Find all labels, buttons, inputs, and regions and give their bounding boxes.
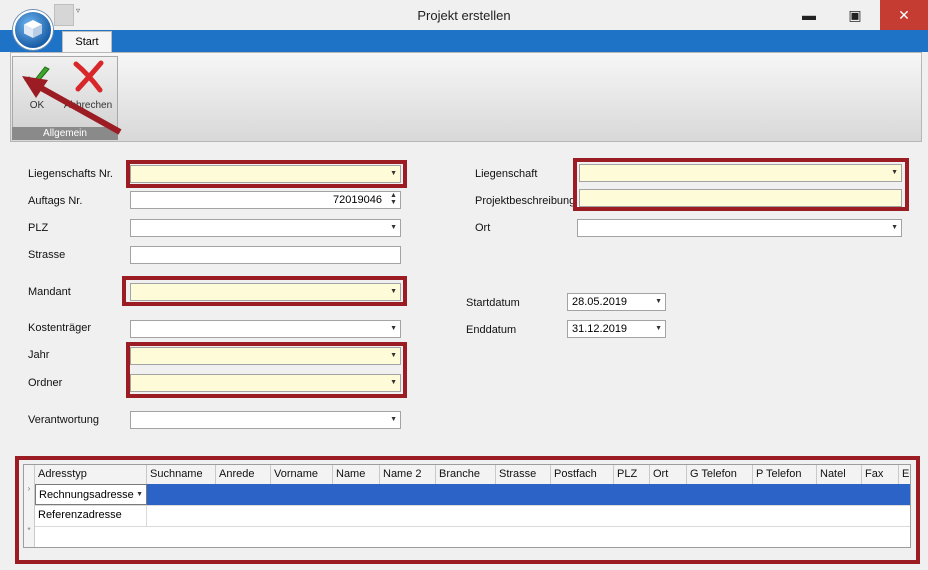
column-header[interactable]: Natel — [817, 465, 862, 484]
column-header[interactable]: Suchname — [147, 465, 216, 484]
chevron-down-icon: ▼ — [390, 352, 397, 359]
chevron-down-icon: ▼ — [891, 224, 898, 231]
column-header[interactable]: Name — [333, 465, 380, 484]
column-header[interactable]: Adresstyp — [35, 465, 147, 484]
column-header[interactable]: Ort — [650, 465, 687, 484]
chevron-down-icon: ▼ — [390, 325, 397, 332]
chevron-down-icon: ▼ — [655, 298, 662, 305]
cube-icon — [24, 20, 42, 38]
row-indicator — [24, 505, 35, 526]
address-grid[interactable]: Adresstyp Suchname Anrede Vorname Name N… — [23, 464, 911, 548]
table-row[interactable]: Referenzadresse — [24, 505, 910, 527]
close-button[interactable]: ✕ — [880, 0, 928, 30]
startdatum-value: 28.05.2019 — [572, 296, 628, 308]
kostentraeger-combo[interactable]: ▼ — [130, 320, 401, 338]
chevron-down-icon: ▼ — [390, 170, 397, 177]
adresstyp-cell[interactable]: Referenzadresse — [35, 505, 147, 526]
adresstyp-cell-editor[interactable]: Rechnungsadresse ▼ — [35, 484, 147, 505]
label-plz: PLZ — [28, 222, 49, 234]
ordner-combo[interactable]: ▼ — [130, 374, 401, 392]
row-pointer-icon: › — [24, 484, 35, 505]
jahr-combo[interactable]: ▼ — [130, 347, 401, 365]
label-enddatum: Enddatum — [466, 324, 517, 336]
maximize-button[interactable]: ▣ — [832, 0, 878, 30]
label-ordner: Ordner — [28, 377, 63, 389]
projektbeschreibung-input[interactable] — [579, 189, 902, 207]
adresstyp-value: Rechnungsadresse — [39, 489, 134, 501]
label-ort: Ort — [475, 222, 491, 234]
chevron-down-icon: ▼ — [390, 416, 397, 423]
table-row[interactable]: › Rechnungsadresse ▼ — [24, 484, 910, 506]
annotation-arrow-icon — [22, 76, 122, 135]
table-row-new[interactable]: * — [24, 526, 910, 547]
ort-combo[interactable]: ▼ — [577, 219, 902, 237]
label-startdatum: Startdatum — [466, 297, 520, 309]
chevron-down-icon: ▼ — [655, 325, 662, 332]
ribbon-tab-strip — [0, 30, 928, 52]
grid-header: Adresstyp Suchname Anrede Vorname Name N… — [24, 465, 910, 485]
plz-combo[interactable]: ▼ — [130, 219, 401, 237]
label-auftags-nr: Auftags Nr. — [28, 195, 83, 207]
chevron-down-icon: ▼ — [390, 224, 397, 231]
liegenschaft-combo[interactable]: ▼ — [579, 164, 902, 182]
label-liegenschafts-nr: Liegenschafts Nr. — [28, 168, 113, 180]
verantwortung-combo[interactable]: ▼ — [130, 411, 401, 429]
selected-row-highlight — [147, 484, 910, 505]
app-menu-button[interactable] — [13, 10, 53, 50]
column-header[interactable]: Postfach — [551, 465, 614, 484]
column-header[interactable]: Branche — [436, 465, 496, 484]
new-row-icon: * — [24, 526, 35, 547]
minimize-button[interactable]: ▬ — [786, 0, 832, 30]
label-jahr: Jahr — [28, 349, 50, 361]
enddatum-value: 31.12.2019 — [572, 323, 628, 335]
column-header[interactable]: P Telefon — [753, 465, 817, 484]
column-header[interactable]: PLZ — [614, 465, 650, 484]
chevron-down-icon: ▼ — [390, 288, 397, 295]
auftags-nr-spinner[interactable]: 72019046 — [130, 191, 401, 209]
liegenschafts-nr-combo[interactable]: ▼ — [130, 165, 401, 183]
tab-start[interactable]: Start — [62, 31, 112, 54]
strasse-input[interactable] — [130, 246, 401, 264]
label-projektbeschreibung: Projektbeschreibung — [475, 195, 576, 207]
column-header[interactable]: E- — [899, 465, 910, 484]
chevron-down-icon: ▼ — [136, 491, 143, 498]
column-header[interactable]: Anrede — [216, 465, 271, 484]
mandant-combo[interactable]: ▼ — [130, 283, 401, 301]
enddatum-datepicker[interactable]: 31.12.2019 ▼ — [567, 320, 666, 338]
ribbon-body — [10, 52, 922, 142]
label-kostentraeger: Kostenträger — [28, 322, 91, 334]
label-strasse: Strasse — [28, 249, 66, 261]
column-header[interactable]: Vorname — [271, 465, 333, 484]
column-header[interactable]: Strasse — [496, 465, 551, 484]
chevron-down-icon: ▼ — [390, 379, 397, 386]
chevron-down-icon: ▼ — [891, 169, 898, 176]
column-header[interactable]: Fax — [862, 465, 899, 484]
label-verantwortung: Verantwortung — [28, 414, 99, 426]
row-indicator-header — [24, 465, 35, 484]
column-header[interactable]: Name 2 — [380, 465, 436, 484]
startdatum-datepicker[interactable]: 28.05.2019 ▼ — [567, 293, 666, 311]
label-mandant: Mandant — [28, 286, 71, 298]
column-header[interactable]: G Telefon — [687, 465, 753, 484]
label-liegenschaft: Liegenschaft — [475, 168, 538, 180]
